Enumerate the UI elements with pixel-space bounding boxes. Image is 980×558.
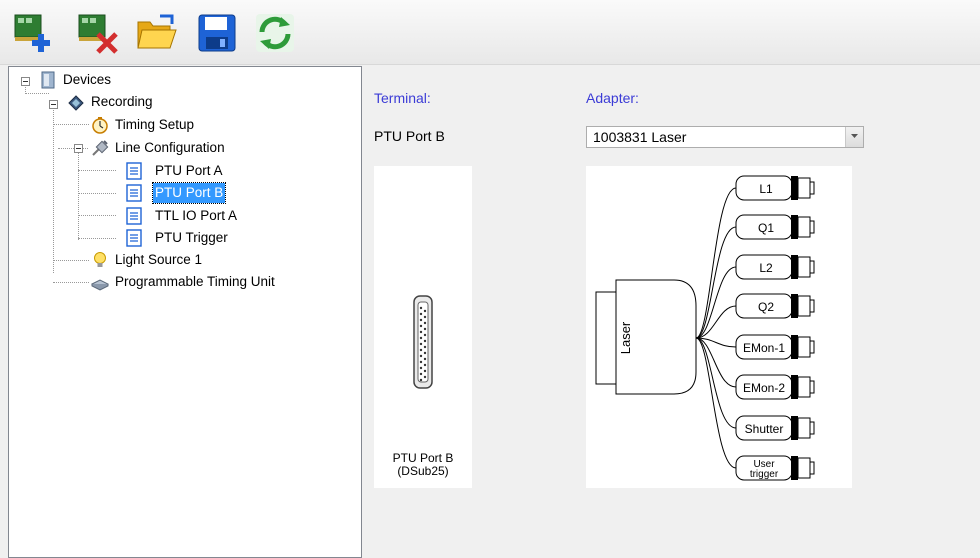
terminal-heading: Terminal: <box>374 90 431 106</box>
recording-expander[interactable] <box>49 100 58 109</box>
adapter-cables <box>695 187 737 469</box>
svg-text:Q1: Q1 <box>758 221 774 235</box>
line-configuration-expander[interactable] <box>74 144 83 153</box>
connector-l2: L2 <box>735 254 815 280</box>
stopwatch-icon <box>91 116 109 134</box>
recording-icon <box>67 93 85 111</box>
connector-emon-2: EMon-2 <box>735 374 815 400</box>
toolbar <box>0 0 980 65</box>
adapter-diagram: Laser L1 Q1 L2 Q2 EMon-1 EMon-2 Shutter … <box>586 166 852 488</box>
connector-q1: Q1 <box>735 214 815 240</box>
connector-q2: Q2 <box>735 293 815 319</box>
refresh-button[interactable] <box>254 12 296 54</box>
document-icon <box>125 184 143 202</box>
connector-shutter: Shutter <box>735 415 815 441</box>
adapter-select[interactable]: 1003831 Laser <box>586 126 864 148</box>
terminal-value: PTU Port B <box>374 128 445 144</box>
add-device-button[interactable] <box>12 12 54 54</box>
connector-emon-1: EMon-1 <box>735 334 815 360</box>
open-button[interactable] <box>136 12 178 54</box>
add-device-icon <box>14 14 50 52</box>
svg-text:trigger: trigger <box>750 469 779 480</box>
document-icon <box>125 162 143 180</box>
devices-expander[interactable] <box>21 77 30 86</box>
laser-body: Laser <box>595 279 697 395</box>
svg-text:EMon-2: EMon-2 <box>743 381 785 395</box>
remove-device-icon <box>78 14 118 54</box>
svg-text:Q2: Q2 <box>758 300 774 314</box>
adapter-body-label: Laser <box>618 321 633 354</box>
svg-text:EMon-1: EMon-1 <box>743 341 785 355</box>
chevron-down-icon[interactable] <box>845 127 863 147</box>
port-detail-panel: Terminal: Adapter: PTU Port B 1003831 La… <box>362 66 980 558</box>
terminal-caption-type: (DSub25) <box>397 464 449 478</box>
svg-text:L2: L2 <box>759 261 773 275</box>
refresh-icon <box>256 14 294 52</box>
adapter-select-value: 1003831 Laser <box>593 129 687 145</box>
connector-user-trigger: User trigger <box>735 455 815 481</box>
timing-unit-icon <box>91 273 109 291</box>
devices-icon <box>39 71 57 89</box>
light-bulb-icon <box>91 251 109 269</box>
svg-text:L1: L1 <box>759 182 773 196</box>
dsub25-connector-icon <box>413 295 433 389</box>
save-icon <box>198 14 236 52</box>
save-button[interactable] <box>196 12 238 54</box>
open-folder-icon <box>137 14 177 49</box>
plug-icon <box>91 139 109 157</box>
terminal-diagram: PTU Port B (DSub25) <box>374 166 472 488</box>
svg-text:Shutter: Shutter <box>745 422 784 436</box>
remove-device-button[interactable] <box>76 12 118 54</box>
document-icon <box>125 207 143 225</box>
connector-l1: L1 <box>735 175 815 201</box>
adapter-heading: Adapter: <box>586 90 639 106</box>
document-icon <box>125 229 143 247</box>
device-tree[interactable]: Devices Recording Timing Setup Line Conf… <box>8 66 362 558</box>
